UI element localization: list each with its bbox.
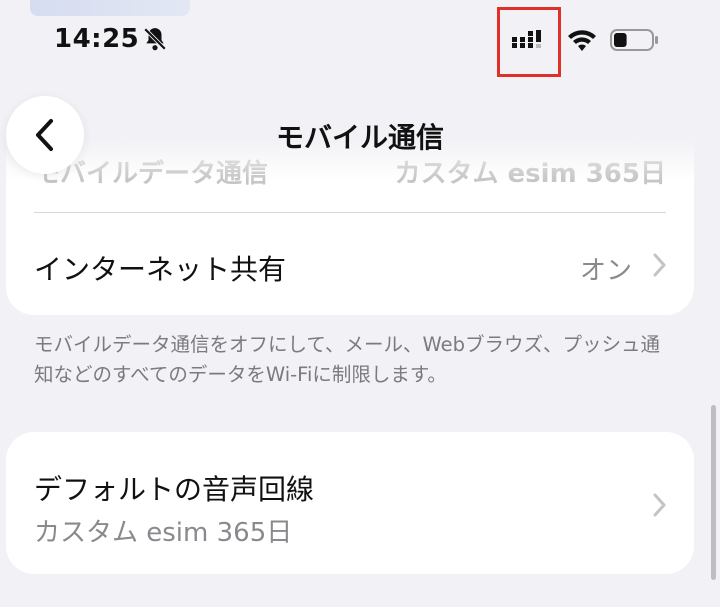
- chevron-right-icon: [653, 253, 666, 277]
- cellular-settings-card: モバイルデータ通信 カスタム esim 365日 インターネット共有 オン: [6, 140, 694, 315]
- cellular-data-value: カスタム esim 365日: [394, 158, 667, 189]
- hotspot-label: インターネット共有: [34, 253, 287, 286]
- wifi-icon: [568, 30, 596, 51]
- battery-icon: [610, 29, 658, 51]
- default-voice-line-value: カスタム esim 365日: [34, 518, 293, 548]
- default-voice-line-label: デフォルトの音声回線: [34, 473, 315, 506]
- faded-header-remnant: [30, 0, 190, 16]
- status-time: 14:25: [54, 24, 140, 54]
- page-title: モバイル通信: [275, 121, 444, 154]
- signal-highlight-box: [497, 7, 561, 77]
- chevron-right-icon: [653, 493, 666, 517]
- default-voice-line-row[interactable]: デフォルトの音声回線 カスタム esim 365日: [6, 432, 694, 574]
- hotspot-value: オン: [579, 256, 632, 286]
- bell-slash-icon: [143, 27, 167, 51]
- cellular-footnote: モバイルデータ通信をオフにして、メール、Webブラウズ、プッシュ通知などのすべて…: [34, 333, 660, 386]
- divider: [34, 212, 666, 213]
- scroll-indicator[interactable]: [711, 405, 716, 580]
